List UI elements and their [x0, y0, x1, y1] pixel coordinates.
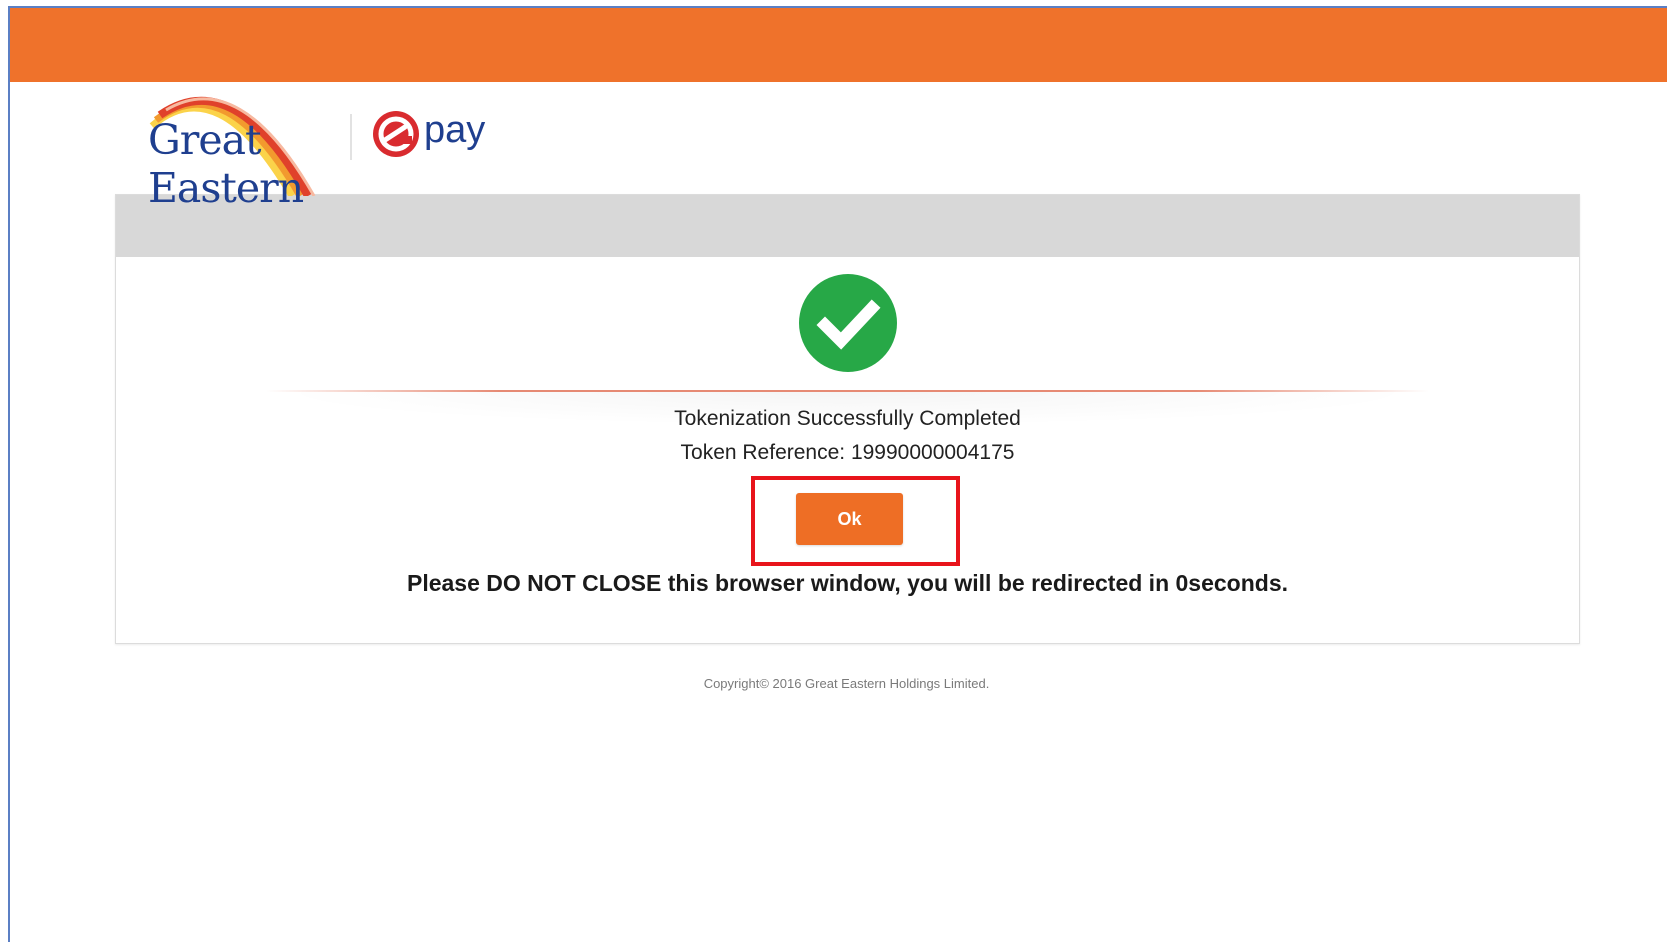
ok-button[interactable]: Ok [796, 493, 903, 545]
status-message: Tokenization Successfully Completed [674, 407, 1021, 430]
token-reference: Token Reference: 19990000004175 [680, 441, 1015, 464]
result-card: Tokenization Successfully Completed Toke… [115, 194, 1580, 644]
site-header: Great Eastern pay [116, 86, 596, 212]
card-header-bar [116, 195, 1579, 257]
top-banner [10, 8, 1667, 82]
footer-copyright: Copyright© 2016 Great Eastern Holdings L… [703, 676, 990, 691]
logo-text-line1: Great [148, 116, 262, 164]
window-left-border [8, 6, 10, 942]
epay-e-icon [373, 111, 419, 157]
logo-text-line2: Eastern [148, 164, 304, 212]
check-circle-icon [799, 274, 897, 372]
epay-label: pay [424, 108, 486, 151]
epay-logo: pay [372, 108, 485, 160]
header-divider [350, 114, 352, 160]
redirect-warning: Please DO NOT CLOSE this browser window,… [406, 570, 1289, 596]
great-eastern-logo: Great Eastern [128, 86, 318, 212]
